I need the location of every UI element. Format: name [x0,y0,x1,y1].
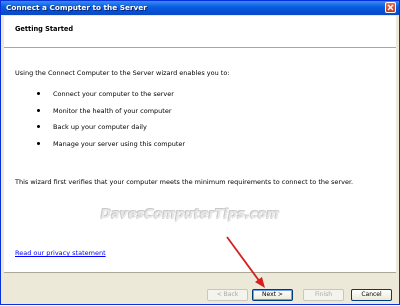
finish-button[interactable]: Finish [303,289,344,301]
close-icon [387,4,394,11]
list-item-label: Monitor the health of your computer [53,106,172,115]
bullet-icon [37,92,40,95]
list-item-label: Connect your computer to the server [53,90,174,98]
bullet-icon [37,108,40,112]
close-button[interactable] [385,2,396,13]
window-title: Connect a Computer to the Server [6,3,147,12]
list-item: Manage your server using this computer [37,140,185,157]
title-bar[interactable]: Connect a Computer to the Server [1,1,399,15]
next-button[interactable]: Next > [252,289,293,301]
wizard-header: Getting Started [4,16,396,48]
list-item: Monitor the health of your computer [37,107,185,124]
list-item-label: Manage your server using this computer [53,139,186,148]
feature-list: Connect your computer to the server Moni… [37,90,185,156]
list-item: Back up your computer daily [37,123,185,140]
bullet-icon [37,141,40,145]
privacy-link[interactable]: Read our privacy statement [15,249,106,257]
verify-text: This wizard first verifies that your com… [15,178,354,186]
list-item: Connect your computer to the server [37,90,185,107]
cancel-button[interactable]: Cancel [351,289,392,301]
bullet-icon [37,125,40,128]
page-title: Getting Started [15,25,74,33]
list-item-label: Back up your computer daily [53,123,147,131]
watermark: DavesComputerTips.com [101,207,280,221]
intro-text: Using the Connect Computer to the Server… [15,69,230,77]
wizard-content: Using the Connect Computer to the Server… [4,48,396,273]
button-bar: < Back Next > Finish Cancel [4,273,396,303]
back-button[interactable]: < Back [207,289,248,301]
wizard-window: Connect a Computer to the Server Getting… [0,0,400,305]
